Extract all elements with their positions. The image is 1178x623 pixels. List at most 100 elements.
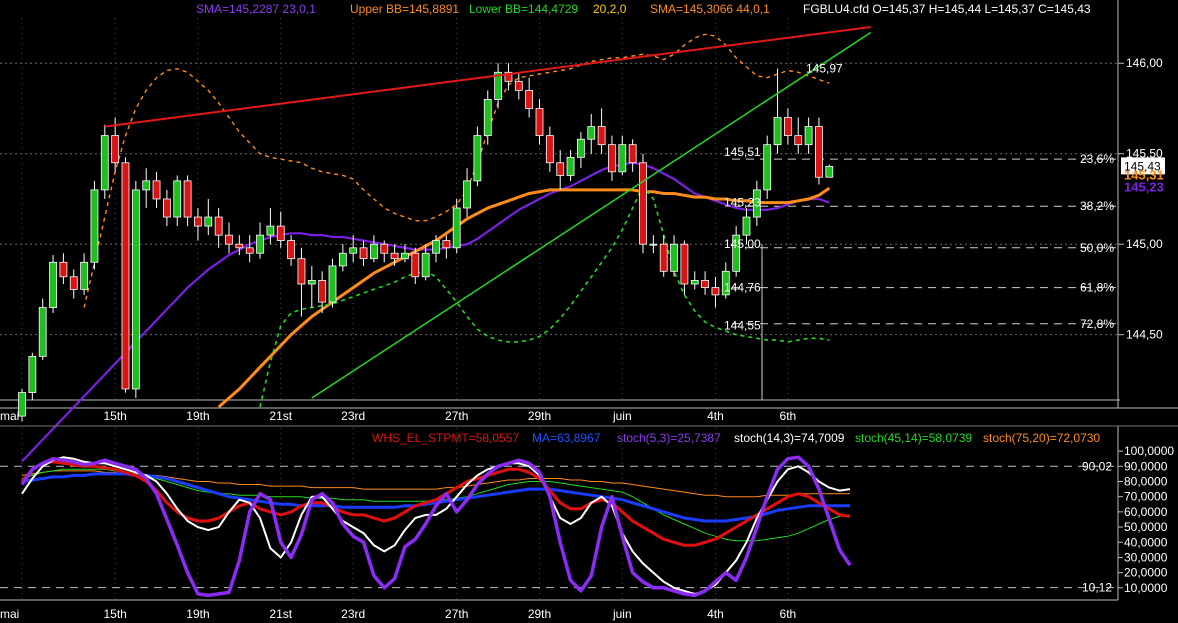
candle-body [525,89,534,109]
candle-body [338,252,347,267]
candle-body [390,252,399,260]
candle-body [28,355,37,393]
candle-body [473,135,482,182]
candle-body [214,216,223,236]
candle-body [173,180,182,218]
candle-body [452,207,461,249]
candle-body [535,108,544,137]
bb-upper-header: Upper BB=145,8891 [350,2,460,16]
candle-body [328,265,337,303]
candle-body [131,189,140,390]
osc-tick-label: 20,0000 [1124,566,1168,580]
candle-body [794,135,803,146]
osc-tick-label: 90,0000 [1124,459,1168,473]
candle-body [804,126,813,146]
candle-body [701,279,709,289]
candle-body [256,234,264,254]
x-tick-label: juin [612,409,632,423]
stoch75-header: stoch(75,20)=72,0730 [983,431,1101,445]
price-annotation: 145,51 [724,145,761,159]
candle-body [649,243,658,246]
candle-body [276,225,285,241]
stoch45-header: stoch(45,14)=58,0739 [855,431,973,445]
osc-x-tick-label: 21st [269,607,292,621]
candle-body [121,162,130,390]
candle-body [349,247,358,254]
x-tick-label: 27th [445,409,468,423]
bb-params-header: 20,2,0 [593,2,627,16]
candle-body [142,180,151,191]
stoch5-header: stoch(5,3)=25,7387 [617,431,721,445]
x-tick-label: 19th [186,409,209,423]
candle-body [152,180,161,200]
price-annotation: 144,55 [724,319,761,333]
candle-body [38,307,47,357]
candle-body [545,135,554,164]
sma23-price-tag: 145,23 [1124,179,1164,194]
fib-level-label: 50,0% [1080,241,1114,255]
candle-body [18,392,26,417]
candle-body [49,261,57,308]
candle-body [597,126,606,146]
whs-header: WHS_EL_STPMT=58,0557 [372,431,520,445]
candle-body [111,135,120,164]
candle-body [225,234,233,245]
osc-tick-label: 50,0000 [1124,520,1168,534]
price-annotation: 145,97 [806,62,843,76]
x-tick-label: 21st [269,409,292,423]
candle-body [639,162,647,245]
candle-body [566,156,575,176]
candle-body [463,180,471,209]
osc-x-tick-label: 6th [780,607,797,621]
candle-body [90,189,99,263]
stoch14-header: stoch(14,3)=74,7009 [734,431,845,445]
candle-body [287,240,296,260]
osc-tick-label: 30,0000 [1124,550,1168,564]
sma23-header: SMA=145,2287 23,0,1 [196,2,316,16]
price-annotation: 145,23 [724,196,761,210]
candle-body [711,287,720,296]
candle-body [359,247,368,260]
osc-tick-label: 60,0000 [1124,505,1168,519]
candle-body [825,165,834,178]
candle-body [380,243,389,254]
candle-body [59,261,68,278]
osc-x-tick-label: 27th [445,607,468,621]
osc-x-tick-label: 4th [707,607,724,621]
candle-body [411,252,420,278]
candle-body [432,240,440,254]
candle-body [235,243,244,249]
x-tick-label: 4th [707,409,724,423]
candle-body [369,243,378,260]
price-tick-label: 146,00 [1126,56,1163,70]
price-tick-label: 144,50 [1126,328,1163,342]
osc-x-tick-label: 15th [103,607,126,621]
osc-level-label: 90,02 [1082,459,1112,473]
candle-body [659,243,668,272]
fib-level-label: 23,6% [1080,152,1114,166]
sma44-header: SMA=145,3066 44,0,1 [650,2,770,16]
candle-body [162,198,171,218]
x-tick-label: mai [0,409,19,423]
candle-body [204,216,213,227]
bb-lower-header: Lower BB=144,4729 [469,2,579,16]
price-annotation: 145,00 [724,237,761,251]
candle-body [307,279,316,285]
osc-x-tick-label: 23rd [341,607,365,621]
candle-body [577,138,585,158]
candle-body [483,99,492,137]
candle-body [784,117,792,137]
price-annotation: 144,76 [724,281,761,295]
osc-tick-label: 40,0000 [1124,535,1168,549]
candle-body [608,144,616,173]
candle-body [318,279,327,303]
candle-body [297,258,306,285]
candle-body [80,261,88,290]
candle-body [763,144,772,191]
osc-tick-label: 10,0000 [1124,581,1168,595]
candle-body [194,216,202,227]
fib-level-label: 72,8% [1080,317,1114,331]
candle-body [266,225,275,236]
osc-x-tick-label: 19th [186,607,209,621]
candle-body [815,126,823,178]
